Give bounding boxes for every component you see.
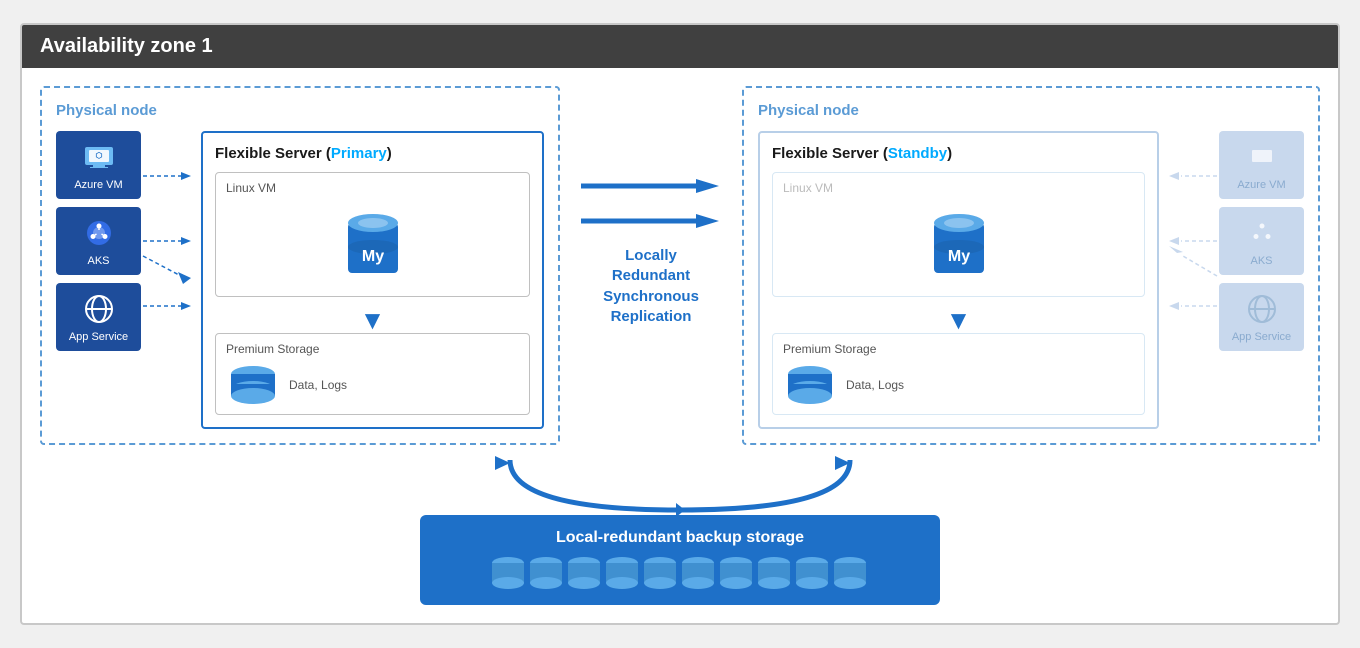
backup-arrows-svg (230, 455, 1130, 515)
flex-server-primary: Flexible Server (Primary) Linux VM (201, 131, 544, 429)
backup-storage-bar: Local-redundant backup storage (420, 515, 940, 605)
flex-server-standby-title: Flexible Server (Standby) (772, 145, 1145, 162)
left-node-label: Physical node (56, 102, 544, 119)
dashed-arrows-right (1169, 136, 1219, 346)
premium-storage-primary-label: Premium Storage (226, 342, 519, 356)
appservice-label-left: App Service (69, 331, 128, 343)
flex-server-primary-title-start: Flexible Server ( (215, 145, 331, 162)
flex-server-primary-title-end: ) (387, 145, 392, 162)
azure-vm-label-right: Azure VM (1237, 179, 1285, 191)
premium-storage-primary: Premium Storage Data, L (215, 333, 530, 415)
left-physical-node: Physical node ⬡ Azure VM (40, 86, 560, 445)
backup-section: Local-redundant backup storage (40, 455, 1320, 605)
title-text: Availability zone 1 (40, 35, 213, 57)
backup-cylinders (490, 555, 870, 591)
storage-row-primary: Data, Logs (226, 364, 519, 406)
linux-vm-standby: Linux VM My (772, 172, 1145, 297)
storage-icon-standby (783, 364, 838, 406)
flex-server-primary-colored: Primary (331, 145, 387, 162)
premium-storage-standby: Premium Storage Data, Logs (772, 333, 1145, 415)
azure-vm-label-left: Azure VM (74, 179, 122, 191)
flex-server-standby-colored: Standby (888, 145, 947, 162)
replication-arrows (581, 166, 721, 246)
data-logs-label-primary: Data, Logs (289, 378, 347, 392)
flex-server-primary-title: Flexible Server (Primary) (215, 145, 530, 162)
down-arrow-standby: ▼ (772, 307, 1145, 333)
storage-row-standby: Data, Logs (783, 364, 1134, 406)
main-content: Physical node ⬡ Azure VM (22, 68, 1338, 623)
dashed-arrows-left (141, 136, 191, 346)
flex-server-standby-title-start: Flexible Server ( (772, 145, 888, 162)
right-app-icons: Azure VM AKS App Service (1219, 131, 1304, 351)
data-logs-label-standby: Data, Logs (846, 378, 904, 392)
right-node-label: Physical node (758, 102, 1304, 119)
left-app-icons: ⬡ Azure VM AKS App Service (56, 131, 141, 351)
appservice-label-right: App Service (1232, 331, 1291, 343)
svg-text:My: My (361, 248, 383, 265)
appservice-icon-left: App Service (56, 283, 141, 351)
aks-icon-left: AKS (56, 207, 141, 275)
appservice-icon-right: App Service (1219, 283, 1304, 351)
premium-storage-standby-label: Premium Storage (783, 342, 1134, 356)
svg-text:My: My (947, 248, 969, 265)
azure-vm-icon-right: Azure VM (1219, 131, 1304, 199)
aks-label-right: AKS (1250, 255, 1272, 267)
replication-section: LocallyRedundantSynchronousReplication (576, 86, 726, 327)
aks-label-left: AKS (87, 255, 109, 267)
backup-storage-icons (450, 555, 910, 591)
flex-server-standby-title-end: ) (947, 145, 952, 162)
azure-vm-icon-left: ⬡ Azure VM (56, 131, 141, 199)
svg-text:⬡: ⬡ (95, 151, 102, 160)
linux-vm-primary: Linux VM (215, 172, 530, 297)
replication-label: LocallyRedundantSynchronousReplication (603, 246, 699, 327)
mysql-icon-primary: My (226, 203, 519, 288)
down-arrow-primary: ▼ (215, 307, 530, 333)
diagram-container: Availability zone 1 Physical node ⬡ (20, 23, 1340, 625)
aks-icon-right: AKS (1219, 207, 1304, 275)
title-bar: Availability zone 1 (22, 25, 1338, 68)
flex-server-standby: Flexible Server (Standby) Linux VM My (758, 131, 1159, 429)
storage-icon-primary (226, 364, 281, 406)
linux-vm-standby-label: Linux VM (783, 181, 1134, 195)
linux-vm-primary-label: Linux VM (226, 181, 519, 195)
mysql-cylinder-primary: My (338, 203, 408, 283)
mysql-icon-standby: My (783, 203, 1134, 288)
backup-label: Local-redundant backup storage (450, 529, 910, 547)
mysql-cylinder-standby: My (924, 203, 994, 283)
right-physical-node: Physical node Flexible Server (Standby) … (742, 86, 1320, 445)
